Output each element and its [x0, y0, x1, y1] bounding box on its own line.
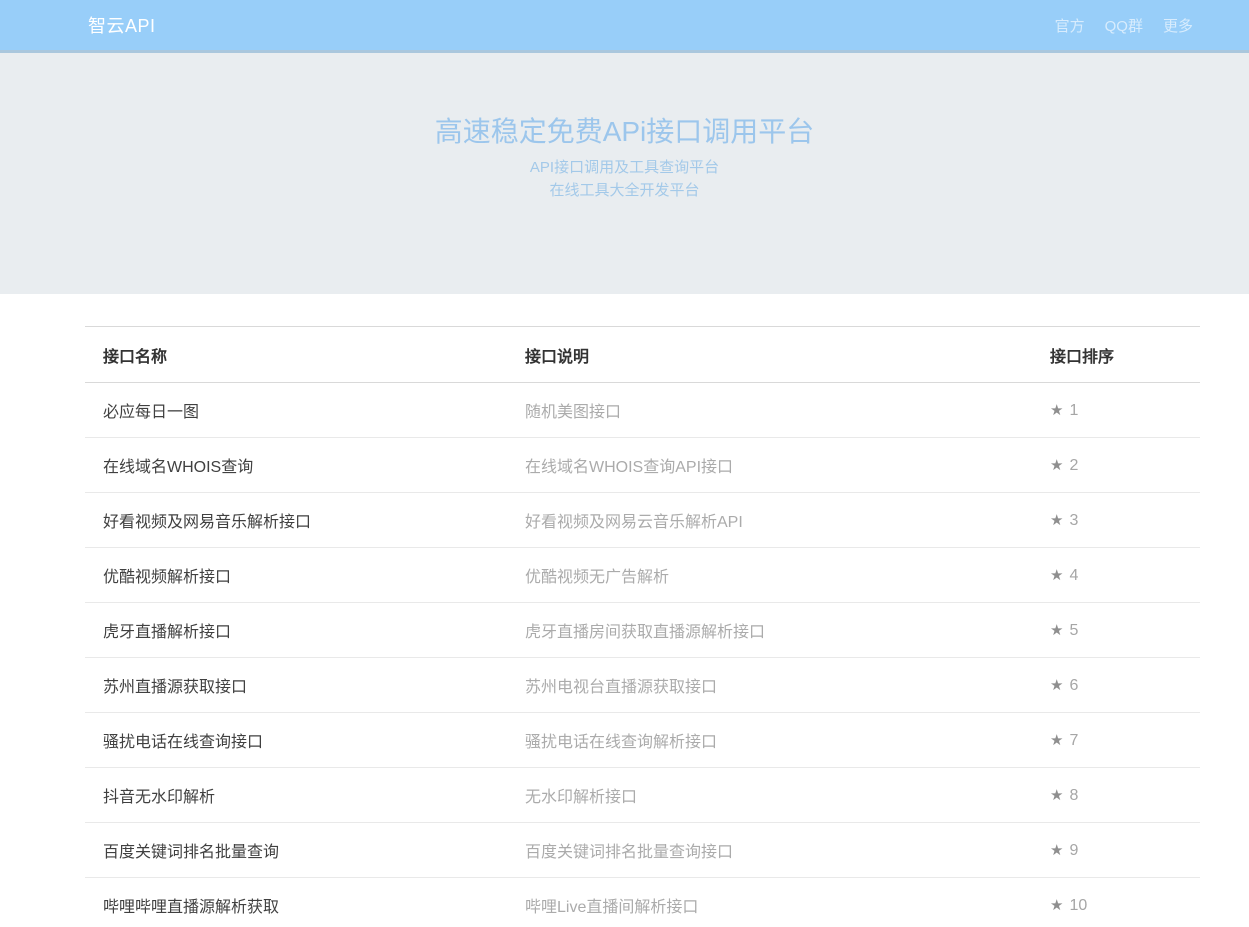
api-name[interactable]: 虎牙直播解析接口: [85, 603, 525, 658]
api-rank: ★ 10: [1050, 878, 1200, 927]
rank-number: 2: [1069, 457, 1078, 474]
table-row[interactable]: 苏州直播源获取接口 苏州电视台直播源获取接口 ★6: [85, 658, 1200, 713]
star-icon: ★: [1050, 897, 1063, 914]
api-rank: ★6: [1050, 658, 1200, 713]
api-description: 百度关键词排名批量查询接口: [525, 823, 1050, 878]
table-row[interactable]: 虎牙直播解析接口 虎牙直播房间获取直播源解析接口 ★5: [85, 603, 1200, 658]
api-rank: ★8: [1050, 768, 1200, 823]
table-row[interactable]: 哔哩哔哩直播源解析获取 哔哩Live直播间解析接口 ★ 10: [85, 878, 1200, 927]
star-icon: ★: [1050, 732, 1063, 749]
rank-number: 1: [1069, 402, 1078, 419]
api-rank: ★7: [1050, 713, 1200, 768]
rank-number: 10: [1069, 897, 1087, 914]
api-description: 随机美图接口: [525, 383, 1050, 438]
api-name[interactable]: 在线域名WHOIS查询: [85, 438, 525, 493]
site-logo[interactable]: 智云API: [88, 12, 156, 38]
api-rank: ★1: [1050, 383, 1200, 438]
star-icon: ★: [1050, 787, 1063, 804]
table-row[interactable]: 在线域名WHOIS查询 在线域名WHOIS查询API接口 ★2: [85, 438, 1200, 493]
api-rank: ★3: [1050, 493, 1200, 548]
rank-number: 4: [1069, 567, 1078, 584]
rank-number: 6: [1069, 677, 1078, 694]
star-icon: ★: [1050, 402, 1063, 419]
api-name[interactable]: 优酷视频解析接口: [85, 548, 525, 603]
rank-number: 7: [1069, 732, 1078, 749]
api-rank: ★5: [1050, 603, 1200, 658]
column-header-rank: 接口排序: [1050, 327, 1200, 383]
table-row[interactable]: 必应每日一图 随机美图接口 ★1: [85, 383, 1200, 438]
api-name[interactable]: 哔哩哔哩直播源解析获取: [85, 878, 525, 927]
api-description: 优酷视频无广告解析: [525, 548, 1050, 603]
api-name[interactable]: 好看视频及网易音乐解析接口: [85, 493, 525, 548]
star-icon: ★: [1050, 622, 1063, 639]
star-icon: ★: [1050, 512, 1063, 529]
star-icon: ★: [1050, 567, 1063, 584]
nav-item-qq-group[interactable]: QQ群: [1105, 15, 1143, 36]
table-row[interactable]: 优酷视频解析接口 优酷视频无广告解析 ★4: [85, 548, 1200, 603]
api-rank: ★4: [1050, 548, 1200, 603]
table-row[interactable]: 百度关键词排名批量查询 百度关键词排名批量查询接口 ★9: [85, 823, 1200, 878]
top-nav: 官方 QQ群 更多: [1055, 15, 1193, 36]
nav-item-official[interactable]: 官方: [1055, 15, 1085, 36]
rank-number: 8: [1069, 787, 1078, 804]
api-table-body: 必应每日一图 随机美图接口 ★1 在线域名WHOIS查询 在线域名WHOIS查询…: [85, 383, 1200, 927]
api-table-header: 接口名称 接口说明 接口排序: [85, 327, 1200, 383]
star-icon: ★: [1050, 677, 1063, 694]
table-row[interactable]: 骚扰电话在线查询接口 骚扰电话在线查询解析接口 ★7: [85, 713, 1200, 768]
rank-number: 5: [1069, 622, 1078, 639]
api-description: 好看视频及网易云音乐解析API: [525, 493, 1050, 548]
star-icon: ★: [1050, 842, 1063, 859]
api-description: 在线域名WHOIS查询API接口: [525, 438, 1050, 493]
api-rank: ★2: [1050, 438, 1200, 493]
hero-subtitle-1: API接口调用及工具查询平台: [0, 156, 1249, 179]
api-description: 哔哩Live直播间解析接口: [525, 878, 1050, 927]
table-row[interactable]: 好看视频及网易音乐解析接口 好看视频及网易云音乐解析API ★3: [85, 493, 1200, 548]
rank-number: 3: [1069, 512, 1078, 529]
api-list-section: 接口名称 接口说明 接口排序 必应每日一图 随机美图接口 ★1 在线域名WHOI…: [85, 326, 1200, 927]
rank-number: 9: [1069, 842, 1078, 859]
star-icon: ★: [1050, 457, 1063, 474]
api-name[interactable]: 骚扰电话在线查询接口: [85, 713, 525, 768]
api-description: 虎牙直播房间获取直播源解析接口: [525, 603, 1050, 658]
api-table: 接口名称 接口说明 接口排序 必应每日一图 随机美图接口 ★1 在线域名WHOI…: [85, 326, 1200, 927]
column-header-name: 接口名称: [85, 327, 525, 383]
api-description: 无水印解析接口: [525, 768, 1050, 823]
table-row[interactable]: 抖音无水印解析 无水印解析接口 ★8: [85, 768, 1200, 823]
hero-title: 高速稳定免费APi接口调用平台: [0, 115, 1249, 149]
api-name[interactable]: 百度关键词排名批量查询: [85, 823, 525, 878]
api-rank: ★9: [1050, 823, 1200, 878]
top-navbar: 智云API 官方 QQ群 更多: [0, 0, 1249, 53]
api-name[interactable]: 抖音无水印解析: [85, 768, 525, 823]
api-name[interactable]: 必应每日一图: [85, 383, 525, 438]
column-header-desc: 接口说明: [525, 327, 1050, 383]
api-name[interactable]: 苏州直播源获取接口: [85, 658, 525, 713]
nav-item-more[interactable]: 更多: [1163, 15, 1193, 36]
api-description: 苏州电视台直播源获取接口: [525, 658, 1050, 713]
api-description: 骚扰电话在线查询解析接口: [525, 713, 1050, 768]
hero-subtitle-2: 在线工具大全开发平台: [0, 179, 1249, 202]
hero-banner: 高速稳定免费APi接口调用平台 API接口调用及工具查询平台 在线工具大全开发平…: [0, 53, 1249, 294]
